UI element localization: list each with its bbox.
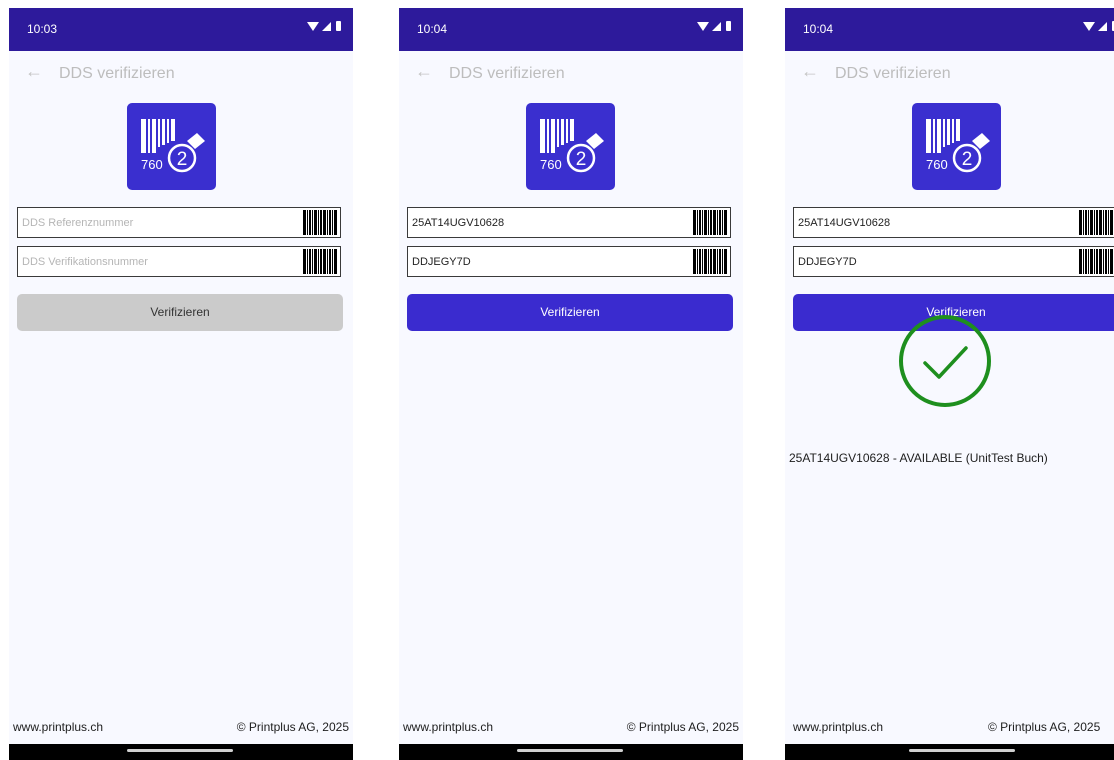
- phone-screen-3: 10:04 ← DDS verifizieren 2 760 25AT14UGV…: [785, 8, 1114, 760]
- footer-copyright: © Printplus AG, 2025: [626, 720, 739, 734]
- ver-input-value: DDJEGY7D: [412, 256, 471, 268]
- page-title: DDS verifizieren: [449, 65, 565, 82]
- page-title: DDS verifizieren: [835, 65, 951, 82]
- wifi-icon: [1083, 21, 1095, 31]
- system-nav-bar: [785, 744, 1114, 760]
- logo-badge: 2: [177, 149, 188, 170]
- barcode-verify-logo-icon: 2 760: [127, 103, 216, 190]
- barcode-scan-icon[interactable]: [1078, 210, 1114, 235]
- dds-referenznummer-field[interactable]: 25AT14UGV10628: [793, 207, 1114, 238]
- logo-badge: 2: [962, 149, 973, 170]
- back-arrow-icon[interactable]: ←: [415, 61, 433, 82]
- ref-input-value: 25AT14UGV10628: [798, 217, 891, 229]
- home-handle[interactable]: [127, 749, 233, 752]
- footer: www.printplus.ch © Printplus AG, 2025: [399, 720, 743, 740]
- battery-icon: [726, 21, 731, 31]
- barcode-scan-icon[interactable]: [302, 249, 338, 274]
- footer: www.printplus.ch © Printplus AG, 2025: [785, 720, 1114, 740]
- back-arrow-icon[interactable]: ←: [25, 61, 43, 82]
- barcode-verify-logo-icon: 2 760: [912, 103, 1001, 190]
- system-nav-bar: [399, 744, 743, 760]
- check-circle-icon: [899, 315, 991, 407]
- logo-badge: 2: [576, 149, 587, 170]
- back-arrow-icon[interactable]: ←: [801, 61, 819, 82]
- dds-referenznummer-field[interactable]: DDS Referenznummer: [17, 207, 341, 238]
- status-icons: [1083, 21, 1114, 31]
- wifi-icon: [697, 21, 709, 31]
- page-title: DDS verifizieren: [59, 65, 175, 82]
- dds-verifikationsnummer-field[interactable]: DDJEGY7D: [407, 246, 731, 277]
- footer-url[interactable]: www.printplus.ch: [403, 720, 493, 734]
- dds-verifikationsnummer-field[interactable]: DDJEGY7D: [793, 246, 1114, 277]
- status-time: 10:04: [803, 22, 834, 36]
- status-time: 10:03: [27, 22, 58, 36]
- app-bar: ← DDS verifizieren: [785, 51, 1114, 99]
- home-handle[interactable]: [909, 749, 1015, 752]
- dds-referenznummer-field[interactable]: 25AT14UGV10628: [407, 207, 731, 238]
- signal-icon: [322, 21, 331, 31]
- barcode-scan-icon[interactable]: [1078, 249, 1114, 274]
- phone-screen-1: 10:03 ← DDS verifizieren 2 760 DDS Refer…: [9, 8, 353, 760]
- app-bar: ← DDS verifizieren: [9, 51, 353, 99]
- status-icons: [697, 21, 731, 31]
- logo-text: 760: [540, 157, 562, 172]
- phone-screen-2: 10:04 ← DDS verifizieren 2 760 25AT14UGV…: [399, 8, 743, 760]
- footer-url[interactable]: www.printplus.ch: [793, 720, 883, 734]
- footer-copyright: © Printplus AG, 2025: [236, 720, 349, 734]
- ver-input-placeholder: DDS Verifikationsnummer: [22, 256, 148, 268]
- ref-input-value: 25AT14UGV10628: [412, 217, 505, 229]
- status-time: 10:04: [417, 22, 448, 36]
- signal-icon: [712, 21, 721, 31]
- dds-verifikationsnummer-field[interactable]: DDS Verifikationsnummer: [17, 246, 341, 277]
- footer-url[interactable]: www.printplus.ch: [13, 720, 103, 734]
- verification-result-text: 25AT14UGV10628 - AVAILABLE (UnitTest Buc…: [789, 451, 1048, 465]
- logo-text: 760: [141, 157, 163, 172]
- status-icons: [307, 21, 341, 31]
- system-nav-bar: [9, 744, 353, 760]
- status-bar: 10:03: [9, 8, 353, 51]
- verifizieren-button[interactable]: Verifizieren: [407, 294, 733, 331]
- footer-copyright: © Printplus AG, 2025: [988, 720, 1101, 734]
- barcode-scan-icon[interactable]: [302, 210, 338, 235]
- barcode-scan-icon[interactable]: [692, 249, 728, 274]
- status-bar: 10:04: [785, 8, 1114, 51]
- home-handle[interactable]: [517, 749, 623, 752]
- barcode-verify-logo-icon: 2 760: [526, 103, 615, 190]
- verifizieren-button[interactable]: Verifizieren: [17, 294, 343, 331]
- ver-input-value: DDJEGY7D: [798, 256, 857, 268]
- status-bar: 10:04: [399, 8, 743, 51]
- ref-input-placeholder: DDS Referenznummer: [22, 217, 134, 229]
- app-bar: ← DDS verifizieren: [399, 51, 743, 99]
- signal-icon: [1098, 21, 1107, 31]
- battery-icon: [336, 21, 341, 31]
- logo-text: 760: [926, 157, 948, 172]
- barcode-scan-icon[interactable]: [692, 210, 728, 235]
- wifi-icon: [307, 21, 319, 31]
- footer: www.printplus.ch © Printplus AG, 2025: [9, 720, 353, 740]
